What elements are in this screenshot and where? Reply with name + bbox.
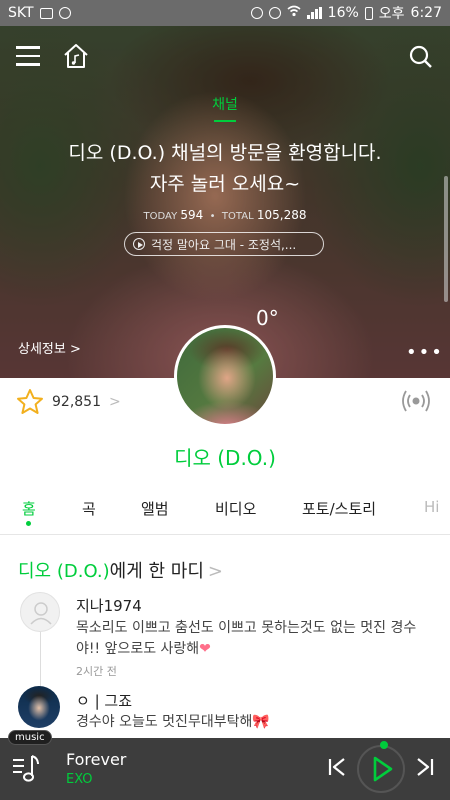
play-icon [373,756,393,782]
star-icon [17,389,43,414]
previous-track-icon[interactable] [326,756,348,778]
today-label: TODAY [143,211,178,222]
detail-info-link[interactable]: 상세정보 > [18,338,81,357]
artist-name: 디오 (D.O.) [174,446,276,470]
now-playing-pill[interactable]: 걱정 말아요 그대 - 조정석,... [124,232,324,256]
tab-home-label: 홈 [22,500,36,518]
play-button[interactable] [357,741,405,793]
total-count: 105,288 [256,208,307,222]
tab-songs-label: 곡 [82,500,96,518]
today-count: 594 [180,208,204,222]
comment-text: 경수야 오늘도 멋진무대부탁해🎀 [76,712,426,733]
broadcast-icon[interactable] [400,388,432,414]
tab-videos-label: 비디오 [215,500,257,518]
tab-videos[interactable]: 비디오 [215,494,256,519]
now-playing-text: 걱정 말아요 그대 - 조정석,... [151,237,297,252]
search-icon[interactable] [408,44,434,70]
next-track-icon[interactable] [414,756,436,778]
chevron-right-icon: > [109,394,121,410]
chevron-right-icon: > [207,561,223,582]
total-label: TOTAL [221,211,254,222]
comment-text-body: 목소리도 이쁘고 춤선도 이쁘고 못하는것도 없는 멋진 경수야!! 앞으로도 … [76,620,417,657]
visit-stats: TODAY 594 • TOTAL 105,288 [143,208,307,222]
comment-user[interactable]: 지나1974 [76,595,142,616]
channel-tab-label[interactable]: 채널 [0,94,450,114]
player-song-title[interactable]: Forever [66,750,126,769]
mini-player[interactable]: music Forever EXO [0,730,450,800]
tab-songs[interactable]: 곡 [82,494,96,519]
menu-icon[interactable] [16,46,40,66]
tab-divider [0,534,450,535]
battery-percent: 16% [327,5,359,21]
comments-title-text: 에게 한 마디 [109,561,204,582]
tab-home[interactable]: 홈 [22,494,36,526]
tab-photo-story[interactable]: 포토/스토리 [302,494,376,519]
comments-title-artist: 디오 (D.O.) [18,561,110,582]
channel-tabs: 홈 곡 앨범 비디오 포토/스토리 Hi [0,494,450,534]
artist-avatar[interactable] [174,325,276,427]
welcome-line-2: 자주 놀러 오세요~ [149,173,301,195]
comment-time: 2시간 전 [76,665,117,678]
music-badge: music [8,730,52,745]
comment-timeline-line [40,630,41,688]
tab-hi[interactable]: Hi [424,494,439,516]
comment-text: 목소리도 이쁘고 춤선도 이쁘고 못하는것도 없는 멋진 경수야!! 앞으로도 … [76,618,426,660]
welcome-message: 디오 (D.O.) 채널의 방문을 환영합니다. 자주 놀러 오세요~ [0,138,450,200]
clock: 6:27 [410,5,442,21]
playlist-icon[interactable] [10,750,46,786]
signal-icon [306,7,322,19]
scrollbar [444,176,448,302]
app-notification-icon [58,7,71,19]
active-tab-dot [26,521,32,526]
welcome-line-1: 디오 (D.O.) 채널의 방문을 환영합니다. [68,142,382,164]
player-artist[interactable]: EXO [66,772,93,787]
alarm-icon [268,7,281,19]
tab-hi-label: Hi [424,498,440,516]
gallery-notification-icon [39,7,53,19]
tab-photo-story-label: 포토/스토리 [302,500,377,518]
default-user-avatar[interactable] [20,592,60,632]
mute-icon [250,7,263,19]
tab-albums[interactable]: 앨범 [141,494,169,519]
ampm-label: 오후 [378,6,405,22]
home-icon[interactable] [62,42,90,70]
tab-albums-label: 앨범 [141,500,169,518]
wifi-icon [287,5,301,21]
play-small-icon [133,238,145,250]
like-count-value: 92,851 [52,394,101,410]
temperature-readout[interactable]: 0° [256,306,279,330]
ribbon-icon: 🎀 [252,714,270,730]
like-count[interactable]: 92,851 > [16,388,121,416]
channel-tab-indicator [214,120,236,122]
comments-section-title[interactable]: 디오 (D.O.)에게 한 마디 > [18,557,223,583]
carrier-label: SKT [8,5,34,21]
user-avatar[interactable] [18,686,60,728]
heart-icon: ❤ [199,641,211,657]
comment-user[interactable]: ㅇ | 그죠 [76,690,132,711]
battery-icon [364,6,373,20]
more-options-icon[interactable]: ••• [406,342,444,363]
comment-text-body: 경수야 오늘도 멋진무대부탁해 [76,714,253,730]
status-bar: SKT 16% 오후 6:27 [0,0,450,26]
